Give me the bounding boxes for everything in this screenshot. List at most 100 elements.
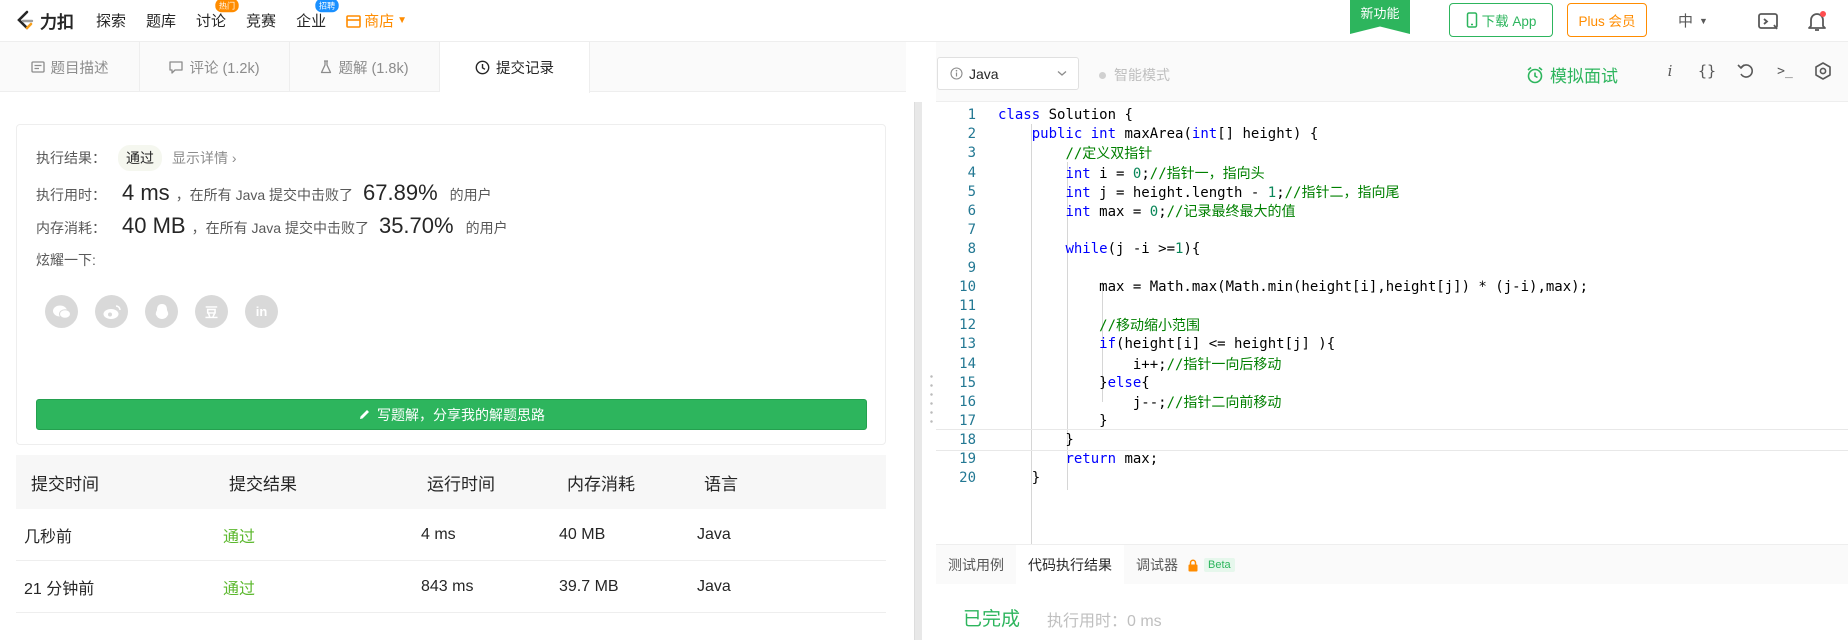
memory-row: 内存消耗： 40 MB ，在所有 Java 提交中击败了 35.70% 的用户 bbox=[36, 213, 508, 239]
line-number: 9 bbox=[967, 260, 976, 277]
line-number: 13 bbox=[959, 336, 976, 353]
console-icon[interactable]: >_ bbox=[1774, 60, 1796, 82]
qq-icon[interactable] bbox=[145, 295, 178, 328]
submit-time: 21 分钟前 bbox=[24, 580, 95, 598]
info-i-icon[interactable]: i bbox=[1659, 60, 1681, 82]
phone-icon bbox=[1466, 12, 1477, 28]
tab-run-result-label: 代码执行结果 bbox=[1028, 557, 1112, 573]
line-number: 19 bbox=[959, 451, 976, 468]
runtime-value: 4 ms bbox=[122, 180, 170, 205]
runtime-percentile: 67.89% bbox=[363, 180, 438, 205]
language-label: 中 bbox=[1678, 13, 1694, 30]
nav-explore[interactable]: 探索 bbox=[96, 10, 126, 31]
line-number: 7 bbox=[967, 221, 976, 238]
pencil-icon bbox=[360, 410, 369, 419]
line-number: 16 bbox=[959, 393, 976, 410]
hot-badge: 热门 bbox=[215, 0, 239, 13]
line-number: 5 bbox=[967, 183, 976, 200]
nav-shop[interactable]: 商店 ▼ bbox=[346, 10, 407, 31]
smart-mode-toggle[interactable]: 智能模式 bbox=[1099, 65, 1170, 85]
panel-splitter[interactable] bbox=[906, 42, 936, 640]
mock-interview-label: 模拟面试 bbox=[1550, 67, 1618, 86]
smart-mode-dot bbox=[1099, 71, 1106, 79]
write-solution-button[interactable]: 写题解，分享我的解题思路 bbox=[36, 399, 867, 430]
line-number: 12 bbox=[959, 317, 976, 334]
tab-comments[interactable]: 评论 (1.2k) bbox=[140, 42, 290, 92]
tab-debugger[interactable]: 调试器 Beta bbox=[1124, 545, 1247, 585]
leetcode-logo-icon bbox=[17, 10, 34, 29]
language-switch[interactable]: 中 ▼ bbox=[1678, 10, 1708, 31]
header-submit-result: 提交结果 bbox=[229, 474, 297, 494]
line-number: 10 bbox=[959, 279, 976, 296]
line-number: 17 bbox=[959, 412, 976, 429]
submissions-table: 提交时间 提交结果 运行时间 内存消耗 语言 几秒前 通过 4 ms 40 MB… bbox=[16, 455, 886, 613]
braces-icon[interactable]: {} bbox=[1696, 60, 1718, 82]
settings-gear-icon[interactable] bbox=[1812, 60, 1834, 82]
share-label: 炫耀一下: bbox=[36, 252, 96, 268]
code-text: max = Math.max(Math.min(height[i],height… bbox=[998, 279, 1589, 296]
runtime-text: ，在所有 Java 提交中击败了 bbox=[175, 187, 354, 203]
tab-run-result[interactable]: 代码执行结果 bbox=[1016, 545, 1124, 585]
runtime-label: 执行用时： bbox=[36, 187, 106, 203]
header-runtime: 运行时间 bbox=[427, 474, 495, 494]
reset-icon[interactable] bbox=[1735, 60, 1757, 82]
submit-result-link[interactable]: 通过 bbox=[223, 523, 255, 547]
playground-icon[interactable] bbox=[1756, 9, 1780, 33]
result-status-row: 执行结果： 通过 显示详情 › bbox=[36, 145, 237, 171]
plus-member-button[interactable]: Plus 会员 bbox=[1567, 3, 1647, 37]
download-app-button[interactable]: 下载 App bbox=[1449, 3, 1553, 37]
submit-language: Java bbox=[697, 525, 731, 543]
tab-debugger-label: 调试器 bbox=[1136, 557, 1178, 573]
tab-solutions[interactable]: 题解 (1.8k) bbox=[290, 42, 440, 92]
submit-memory: 40 MB bbox=[559, 525, 606, 543]
line-number: 20 bbox=[959, 470, 976, 487]
douban-glyph: 豆 bbox=[204, 305, 218, 320]
wechat-icon[interactable] bbox=[45, 295, 78, 328]
line-number: 2 bbox=[967, 126, 976, 143]
line-number: 3 bbox=[967, 145, 976, 162]
smart-mode-label: 智能模式 bbox=[1114, 67, 1170, 83]
info-icon bbox=[950, 67, 963, 80]
submit-runtime: 4 ms bbox=[421, 525, 456, 543]
share-row: 炫耀一下: bbox=[36, 250, 96, 270]
notification-bell-icon[interactable] bbox=[1805, 9, 1829, 33]
code-text: } bbox=[998, 431, 1074, 448]
header-language: 语言 bbox=[704, 474, 738, 494]
table-row[interactable]: 21 分钟前 通过 843 ms 39.7 MB Java bbox=[16, 561, 886, 613]
nav-discuss[interactable]: 讨论 热门 bbox=[196, 0, 239, 31]
code-text: class Solution { bbox=[998, 107, 1133, 124]
logo[interactable]: 力扣 bbox=[14, 8, 74, 33]
nav-problemset[interactable]: 题库 bbox=[146, 10, 176, 31]
table-row[interactable]: 几秒前 通过 4 ms 40 MB Java bbox=[16, 509, 886, 561]
code-area[interactable]: 1 class Solution {2 public int maxArea(in… bbox=[936, 102, 1848, 586]
language-select[interactable]: Java bbox=[937, 57, 1079, 90]
submit-runtime: 843 ms bbox=[421, 577, 474, 595]
line-number: 14 bbox=[959, 355, 976, 372]
share-icons: 豆 in bbox=[45, 295, 278, 328]
new-feature-ribbon[interactable]: 新功能 bbox=[1350, 0, 1410, 34]
code-line[interactable]: 20 } bbox=[936, 467, 1848, 490]
show-details-link[interactable]: 显示详情 › bbox=[172, 148, 237, 168]
code-text: } bbox=[998, 412, 1108, 429]
lock-icon bbox=[1188, 559, 1198, 571]
nav-enterprise[interactable]: 企业 招聘 bbox=[296, 0, 339, 31]
drag-handle-icon[interactable] bbox=[930, 372, 933, 426]
code-text: }else{ bbox=[998, 374, 1150, 391]
weibo-icon[interactable] bbox=[95, 295, 128, 328]
code-text: } bbox=[998, 470, 1041, 487]
left-scrollbar[interactable] bbox=[914, 102, 922, 640]
memory-text: ，在所有 Java 提交中击败了 bbox=[191, 220, 369, 236]
douban-icon[interactable]: 豆 bbox=[195, 295, 228, 328]
mock-interview-button[interactable]: 模拟面试 bbox=[1526, 62, 1618, 87]
memory-label: 内存消耗： bbox=[36, 220, 106, 236]
linkedin-icon[interactable]: in bbox=[245, 295, 278, 328]
tab-testcase[interactable]: 测试用例 bbox=[936, 545, 1016, 585]
tab-testcase-label: 测试用例 bbox=[948, 557, 1004, 573]
tab-submissions[interactable]: 提交记录 bbox=[440, 42, 590, 93]
tab-description[interactable]: 题目描述 bbox=[0, 42, 140, 92]
nav-contest[interactable]: 竞赛 bbox=[246, 10, 276, 31]
submit-result-link[interactable]: 通过 bbox=[223, 575, 255, 599]
submission-result-card: 执行结果： 通过 显示详情 › 执行用时： 4 ms ，在所有 Java 提交中… bbox=[16, 124, 886, 445]
left-panel: 题目描述 评论 (1.2k) 题解 (1.8k) 提交记录 执行结果： 通过 显… bbox=[0, 42, 906, 640]
logo-text: 力扣 bbox=[40, 13, 74, 32]
